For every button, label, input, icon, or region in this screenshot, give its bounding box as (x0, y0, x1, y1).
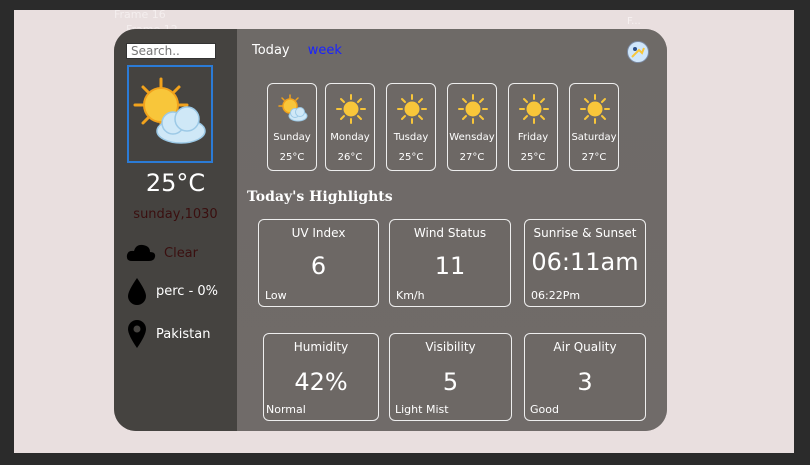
visibility-value: 5 (442, 368, 459, 396)
humidity-title: Humidity (293, 340, 349, 354)
weather-app-card: 25°C sunday,1030 Clear perc - 0% Pakista… (114, 29, 667, 431)
uv-index-card: UV Index 6 Low (258, 219, 379, 307)
sun-icon (458, 94, 488, 124)
day-temp: 25°C (398, 152, 424, 163)
visibility-card: Visibility 5 Light Mist (389, 333, 512, 421)
uv-index-title: UV Index (291, 226, 346, 240)
drop-icon (128, 278, 146, 305)
wind-status-title: Wind Status (413, 226, 487, 240)
day-card-sunday[interactable]: Sunday 25°C (267, 83, 317, 171)
visibility-footer: Light Mist (395, 403, 449, 416)
tab-today[interactable]: Today (252, 43, 290, 58)
air-quality-value: 3 (577, 368, 593, 396)
day-name: Monday (330, 132, 370, 143)
day-temp: 27°C (459, 152, 485, 163)
wind-status-value: 11 (434, 252, 466, 280)
uv-index-value: 6 (310, 252, 327, 280)
humidity-footer: Normal (266, 403, 306, 416)
search-input[interactable] (126, 43, 216, 59)
avatar[interactable] (627, 41, 649, 63)
day-name: Saturday (571, 132, 617, 143)
precipitation-row: perc - 0% (126, 277, 218, 305)
visibility-title: Visibility (425, 340, 476, 354)
sunrise-sunset-title: Sunrise & Sunset (533, 226, 637, 240)
location-pin-icon (128, 320, 146, 348)
day-card-wensday[interactable]: Wensday 27°C (447, 83, 497, 171)
day-name: Sunday (273, 132, 311, 143)
air-quality-footer: Good (530, 403, 559, 416)
tab-bar: Today week (252, 43, 342, 58)
tab-week[interactable]: week (308, 43, 342, 58)
day-temp: 25°C (520, 152, 546, 163)
day-name: Tusday (393, 132, 429, 143)
sunrise-value: 06:11am (531, 248, 639, 276)
main-panel: Today week Sunday 25°C Monday 26°C Tusda… (237, 29, 667, 431)
uv-index-footer: Low (265, 289, 287, 302)
sun-icon (519, 94, 549, 124)
sunset-value: 06:22Pm (531, 289, 581, 302)
day-temp: 26°C (337, 152, 363, 163)
day-card-friday[interactable]: Friday 25°C (508, 83, 558, 171)
current-weather-image (127, 65, 213, 163)
air-quality-title: Air Quality (553, 340, 617, 354)
condition-row: Clear (126, 243, 198, 263)
cloud-icon (126, 244, 156, 261)
sun-icon (580, 94, 610, 124)
condition-label: Clear (164, 245, 198, 261)
highlights-title: Today's Highlights (247, 189, 393, 205)
partly-cloudy-large-icon (133, 77, 206, 144)
day-card-saturday[interactable]: Saturday 27°C (569, 83, 619, 171)
partly-cloudy-icon (278, 94, 308, 122)
sunrise-sunset-card: Sunrise & Sunset 06:11am 06:22Pm (524, 219, 646, 307)
wind-status-footer: Km/h (396, 289, 425, 302)
day-name: Wensday (449, 132, 495, 143)
day-temp: 27°C (581, 152, 607, 163)
sun-icon (336, 94, 366, 124)
day-card-tusday[interactable]: Tusday 25°C (386, 83, 436, 171)
day-temp: 25°C (279, 152, 305, 163)
avatar-image (629, 43, 647, 61)
current-temperature: 25°C (145, 169, 206, 197)
location-row: Pakistan (126, 319, 210, 349)
frame-label-outer: Frame 16 (114, 8, 166, 21)
sun-icon (397, 94, 427, 124)
precipitation-label: perc - 0% (156, 283, 219, 299)
day-card-monday[interactable]: Monday 26°C (325, 83, 375, 171)
wind-status-card: Wind Status 11 Km/h (389, 219, 511, 307)
current-day-time: sunday,1030 (133, 207, 218, 222)
location-label: Pakistan (156, 326, 211, 342)
day-name: Friday (517, 132, 549, 143)
air-quality-card: Air Quality 3 Good (524, 333, 646, 421)
frame-label-mini: F... (627, 16, 641, 27)
humidity-value: 42% (294, 368, 348, 396)
sidebar: 25°C sunday,1030 Clear perc - 0% Pakista… (114, 29, 237, 431)
humidity-card: Humidity 42% Normal (263, 333, 379, 421)
